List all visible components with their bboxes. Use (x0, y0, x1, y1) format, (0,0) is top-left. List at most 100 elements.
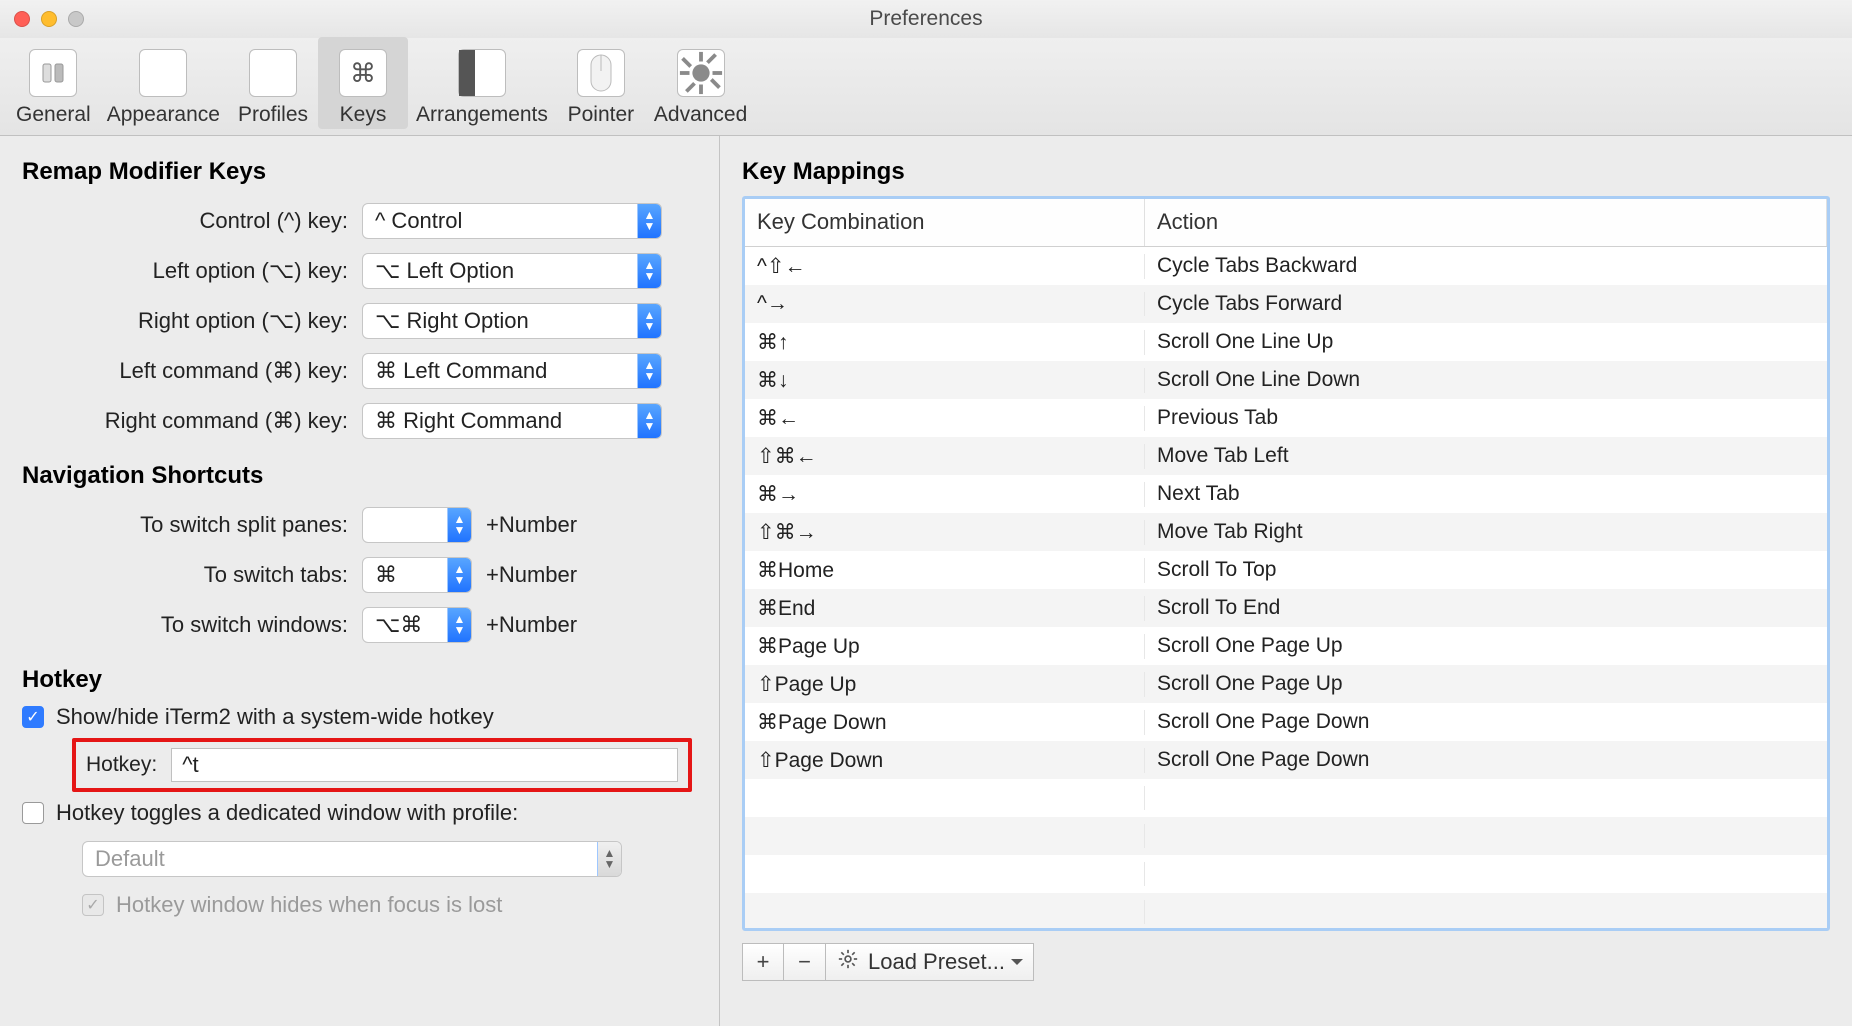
cell-action: Move Tab Right (1145, 520, 1827, 544)
stepper-icon: ▲▼ (447, 557, 471, 593)
general-icon (29, 49, 77, 97)
nav-shortcut-select-0[interactable]: ▲▼ (362, 507, 472, 543)
toolbar-label: Profiles (238, 103, 308, 127)
modifier-select-3[interactable]: ⌘ Left Command ▲▼ (362, 353, 662, 389)
table-row-empty: .. (745, 817, 1827, 855)
nav-shortcut-select-1[interactable]: ⌘ ▲▼ (362, 557, 472, 593)
hides-on-focus-row: ✓ Hotkey window hides when focus is lost (82, 892, 697, 918)
cell-action: Cycle Tabs Forward (1145, 292, 1827, 316)
remove-mapping-button[interactable]: − (784, 943, 826, 981)
add-mapping-button[interactable]: + (742, 943, 784, 981)
show-hide-hotkey-row: ✓ Show/hide iTerm2 with a system-wide ho… (22, 704, 697, 730)
cell-key-combination: ⌘→ (745, 482, 1145, 507)
table-body: ^⇧← Cycle Tabs Backward ^→ Cycle Tabs Fo… (745, 247, 1827, 928)
cell-action: Scroll One Line Down (1145, 368, 1827, 392)
cell-action: Scroll One Page Up (1145, 634, 1827, 658)
load-preset-button[interactable]: Load Preset... (826, 943, 1034, 981)
modifier-label: Left option (⌥) key: (22, 258, 362, 284)
column-key-combination[interactable]: Key Combination (745, 199, 1145, 246)
table-row[interactable]: ⇧⌘→ Move Tab Right (745, 513, 1827, 551)
nav-shortcut-row: To switch split panes: ▲▼ +Number (22, 500, 697, 550)
nav-shortcut-label: To switch tabs: (22, 562, 362, 588)
toolbar-item-keys[interactable]: ⌘ Keys (318, 37, 408, 129)
cell-key-combination: ⌘Page Down (745, 710, 1145, 735)
gear-icon (838, 949, 858, 975)
nav-shortcut-suffix: +Number (486, 512, 577, 538)
modifier-label: Left command (⌘) key: (22, 358, 362, 384)
cell-action: Cycle Tabs Backward (1145, 254, 1827, 278)
left-column: Remap Modifier Keys Control (^) key: ^ C… (0, 136, 720, 1026)
table-row[interactable]: ⇧⌘← Move Tab Left (745, 437, 1827, 475)
pointer-icon (577, 49, 625, 97)
stepper-icon: ▲▼ (637, 253, 661, 289)
toolbar-item-pointer[interactable]: Pointer (556, 37, 646, 129)
modifier-row: Right option (⌥) key: ⌥ Right Option ▲▼ (22, 296, 697, 346)
toolbar-item-appearance[interactable]: Appearance (99, 37, 228, 129)
nav-shortcut-label: To switch windows: (22, 612, 362, 638)
cell-key-combination: ⌘Page Up (745, 634, 1145, 659)
cell-action: Previous Tab (1145, 406, 1827, 430)
table-row[interactable]: ⌘→ Next Tab (745, 475, 1827, 513)
key-mappings-heading: Key Mappings (742, 158, 1830, 186)
stepper-icon: ▲▼ (637, 203, 661, 239)
table-header: Key Combination Action (745, 199, 1827, 247)
key-mappings-table: Key Combination Action ^⇧← Cycle Tabs Ba… (742, 196, 1830, 931)
cell-key-combination: ⇧Page Up (745, 672, 1145, 697)
modifier-value: ⌥ Left Option (375, 258, 514, 284)
table-row[interactable]: ⌘↑ Scroll One Line Up (745, 323, 1827, 361)
cell-key-combination: ⌘← (745, 406, 1145, 431)
table-row[interactable]: ⌘End Scroll To End (745, 589, 1827, 627)
table-row[interactable]: ^⇧← Cycle Tabs Backward (745, 247, 1827, 285)
table-row[interactable]: ⌘↓ Scroll One Line Down (745, 361, 1827, 399)
modifier-row: Control (^) key: ^ Control ▲▼ (22, 196, 697, 246)
table-row[interactable]: ^→ Cycle Tabs Forward (745, 285, 1827, 323)
stepper-icon: ▲▼ (597, 841, 621, 877)
dedicated-profile-select[interactable]: Default ▲▼ (82, 841, 622, 877)
table-row[interactable]: ⇧Page Up Scroll One Page Up (745, 665, 1827, 703)
table-row[interactable]: ⌘Home Scroll To Top (745, 551, 1827, 589)
modifier-value: ⌘ Left Command (375, 358, 547, 384)
nav-shortcut-label: To switch split panes: (22, 512, 362, 538)
hotkey-input[interactable]: ^t (171, 748, 678, 782)
nav-shortcut-suffix: +Number (486, 612, 577, 638)
toolbar-item-advanced[interactable]: Advanced (646, 37, 755, 129)
toolbar-label: Keys (340, 103, 387, 127)
preferences-toolbar: General Appearance Profiles ⌘ Keys Arran… (0, 38, 1852, 136)
hides-on-focus-label: Hotkey window hides when focus is lost (116, 892, 502, 918)
hotkey-field-highlight: Hotkey: ^t (72, 738, 692, 792)
modifier-value: ^ Control (375, 208, 462, 234)
toolbar-item-arrangements[interactable]: Arrangements (408, 37, 556, 129)
load-preset-label: Load Preset... (868, 949, 1005, 975)
toolbar-item-general[interactable]: General (8, 37, 99, 129)
nav-shortcut-select-2[interactable]: ⌥⌘ ▲▼ (362, 607, 472, 643)
table-row[interactable]: ⇧Page Down Scroll One Page Down (745, 741, 1827, 779)
modifier-select-4[interactable]: ⌘ Right Command ▲▼ (362, 403, 662, 439)
cell-action: Scroll To End (1145, 596, 1827, 620)
navigation-shortcuts-heading: Navigation Shortcuts (22, 462, 697, 490)
dedicated-profile-row: Default ▲▼ (82, 834, 697, 884)
show-hide-hotkey-checkbox[interactable]: ✓ (22, 706, 44, 728)
cell-action: Scroll To Top (1145, 558, 1827, 582)
table-row[interactable]: ⌘Page Down Scroll One Page Down (745, 703, 1827, 741)
stepper-icon: ▲▼ (447, 607, 471, 643)
table-row[interactable]: ⌘Page Up Scroll One Page Up (745, 627, 1827, 665)
toolbar-item-profiles[interactable]: Profiles (228, 37, 318, 129)
cell-key-combination: ^→ (745, 292, 1145, 316)
nav-shortcut-row: To switch windows: ⌥⌘ ▲▼ +Number (22, 600, 697, 650)
modifier-select-0[interactable]: ^ Control ▲▼ (362, 203, 662, 239)
cell-action: Next Tab (1145, 482, 1827, 506)
modifier-select-1[interactable]: ⌥ Left Option ▲▼ (362, 253, 662, 289)
toolbar-label: Arrangements (416, 103, 548, 127)
column-action[interactable]: Action (1145, 199, 1827, 246)
show-hide-hotkey-label: Show/hide iTerm2 with a system-wide hotk… (56, 704, 494, 730)
arrangements-icon (458, 49, 506, 97)
dedicated-window-checkbox[interactable] (22, 802, 44, 824)
modifier-select-2[interactable]: ⌥ Right Option ▲▼ (362, 303, 662, 339)
profiles-icon (249, 49, 297, 97)
titlebar: Preferences (0, 0, 1852, 38)
content: Remap Modifier Keys Control (^) key: ^ C… (0, 136, 1852, 1026)
table-row[interactable]: ⌘← Previous Tab (745, 399, 1827, 437)
cell-key-combination: ^⇧← (745, 254, 1145, 279)
hotkey-heading: Hotkey (22, 666, 697, 694)
cell-key-combination: ⇧⌘← (745, 444, 1145, 469)
